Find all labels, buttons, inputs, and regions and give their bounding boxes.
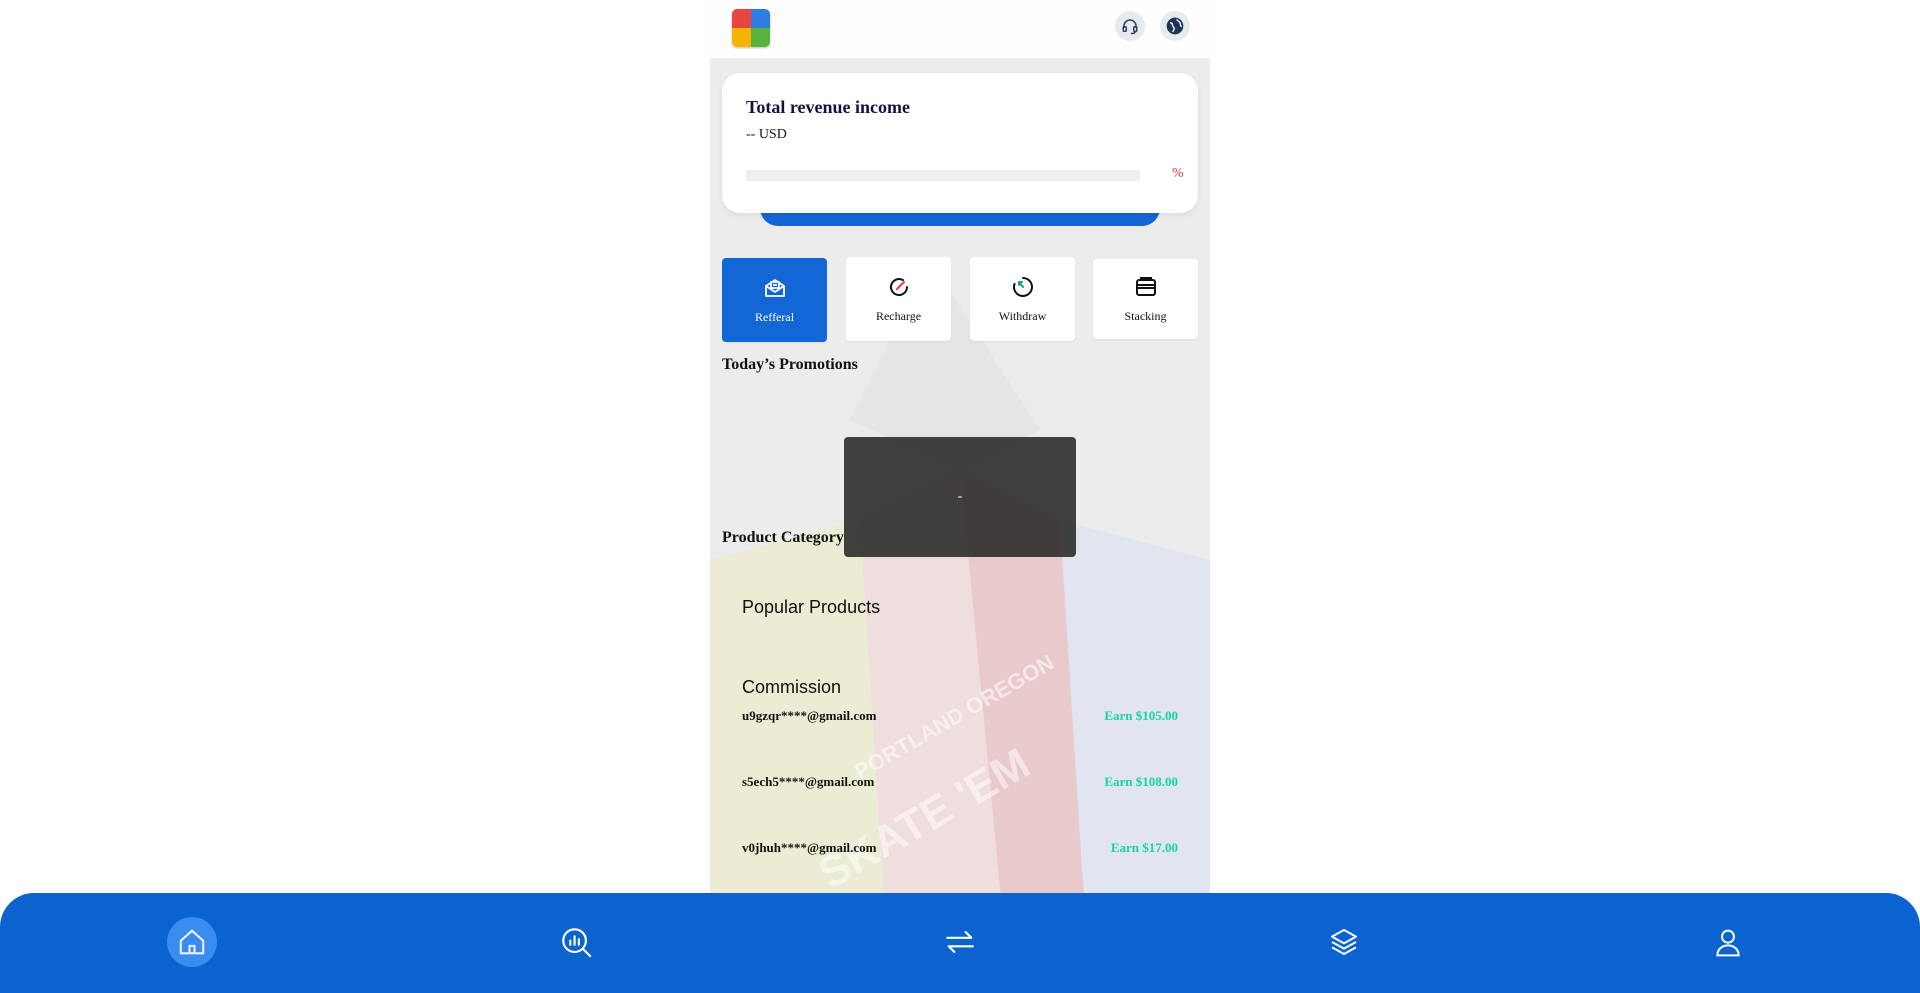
loading-toast: - <box>844 437 1076 557</box>
revenue-title: Total revenue income <box>746 97 910 117</box>
action-refferal[interactable]: Refferal <box>722 258 827 342</box>
nav-layers[interactable] <box>1319 917 1369 967</box>
action-refferal-label: Refferal <box>754 309 795 324</box>
toast-text: - <box>957 489 963 504</box>
nav-swap[interactable] <box>935 917 985 967</box>
nav-home[interactable] <box>167 917 217 967</box>
swap-arrows-icon <box>946 931 974 953</box>
gauge-icon <box>889 277 908 296</box>
revenue-progress-bar <box>746 170 1140 181</box>
nav-profile[interactable] <box>1703 917 1753 967</box>
feed-email: s5ech5****@gmail.com <box>742 774 875 789</box>
feed-earn: Earn $105.00 <box>1104 708 1178 723</box>
feed-earn: Earn $108.00 <box>1104 774 1178 789</box>
market-chart-icon <box>562 928 592 958</box>
app-logo[interactable] <box>732 9 770 47</box>
user-icon <box>1716 929 1740 957</box>
feed-row: v0jhuh****@gmail.com Earn $17.00 <box>742 840 1178 860</box>
action-withdraw-label: Withdraw <box>998 308 1047 323</box>
mail-open-icon <box>764 278 785 297</box>
feed-earn: Earn $17.00 <box>1110 840 1178 855</box>
wallet-icon <box>1135 276 1156 296</box>
home-icon <box>179 929 205 955</box>
bottom-nav <box>0 893 1920 993</box>
product-category-heading: Product Category <box>722 529 844 546</box>
promotions-heading: Today’s Promotions <box>722 356 858 373</box>
quick-actions: Refferal Recharge Withdraw Stacking <box>722 257 1198 343</box>
revenue-card: Total revenue income -- USD % <box>722 73 1198 213</box>
action-recharge[interactable]: Recharge <box>846 257 951 341</box>
category-popular-products[interactable]: Popular Products <box>742 597 880 618</box>
globe-icon[interactable] <box>1160 11 1190 41</box>
action-stacking[interactable]: Stacking <box>1093 259 1198 339</box>
category-commission[interactable]: Commission <box>742 677 841 698</box>
timer-icon <box>1012 276 1033 297</box>
revenue-amount: -- USD <box>746 127 787 142</box>
action-withdraw[interactable]: Withdraw <box>970 257 1075 341</box>
app-column: PORTLAND OREGON SKATE 'EM Total revenue … <box>710 0 1210 993</box>
headset-icon[interactable] <box>1115 11 1145 41</box>
top-bar <box>710 0 1210 58</box>
revenue-percent: % <box>1172 166 1184 181</box>
feed-email: v0jhuh****@gmail.com <box>742 840 877 855</box>
feed-row: s5ech5****@gmail.com Earn $108.00 <box>742 774 1178 794</box>
action-stacking-label: Stacking <box>1124 308 1167 323</box>
nav-market[interactable] <box>551 917 601 967</box>
feed-row: u9gzqr****@gmail.com Earn $105.00 <box>742 708 1178 728</box>
feed-email: u9gzqr****@gmail.com <box>742 708 877 723</box>
earnings-feed: u9gzqr****@gmail.com Earn $105.00 s5ech5… <box>710 700 1210 893</box>
action-recharge-label: Recharge <box>875 308 922 323</box>
layers-icon <box>1331 929 1357 955</box>
